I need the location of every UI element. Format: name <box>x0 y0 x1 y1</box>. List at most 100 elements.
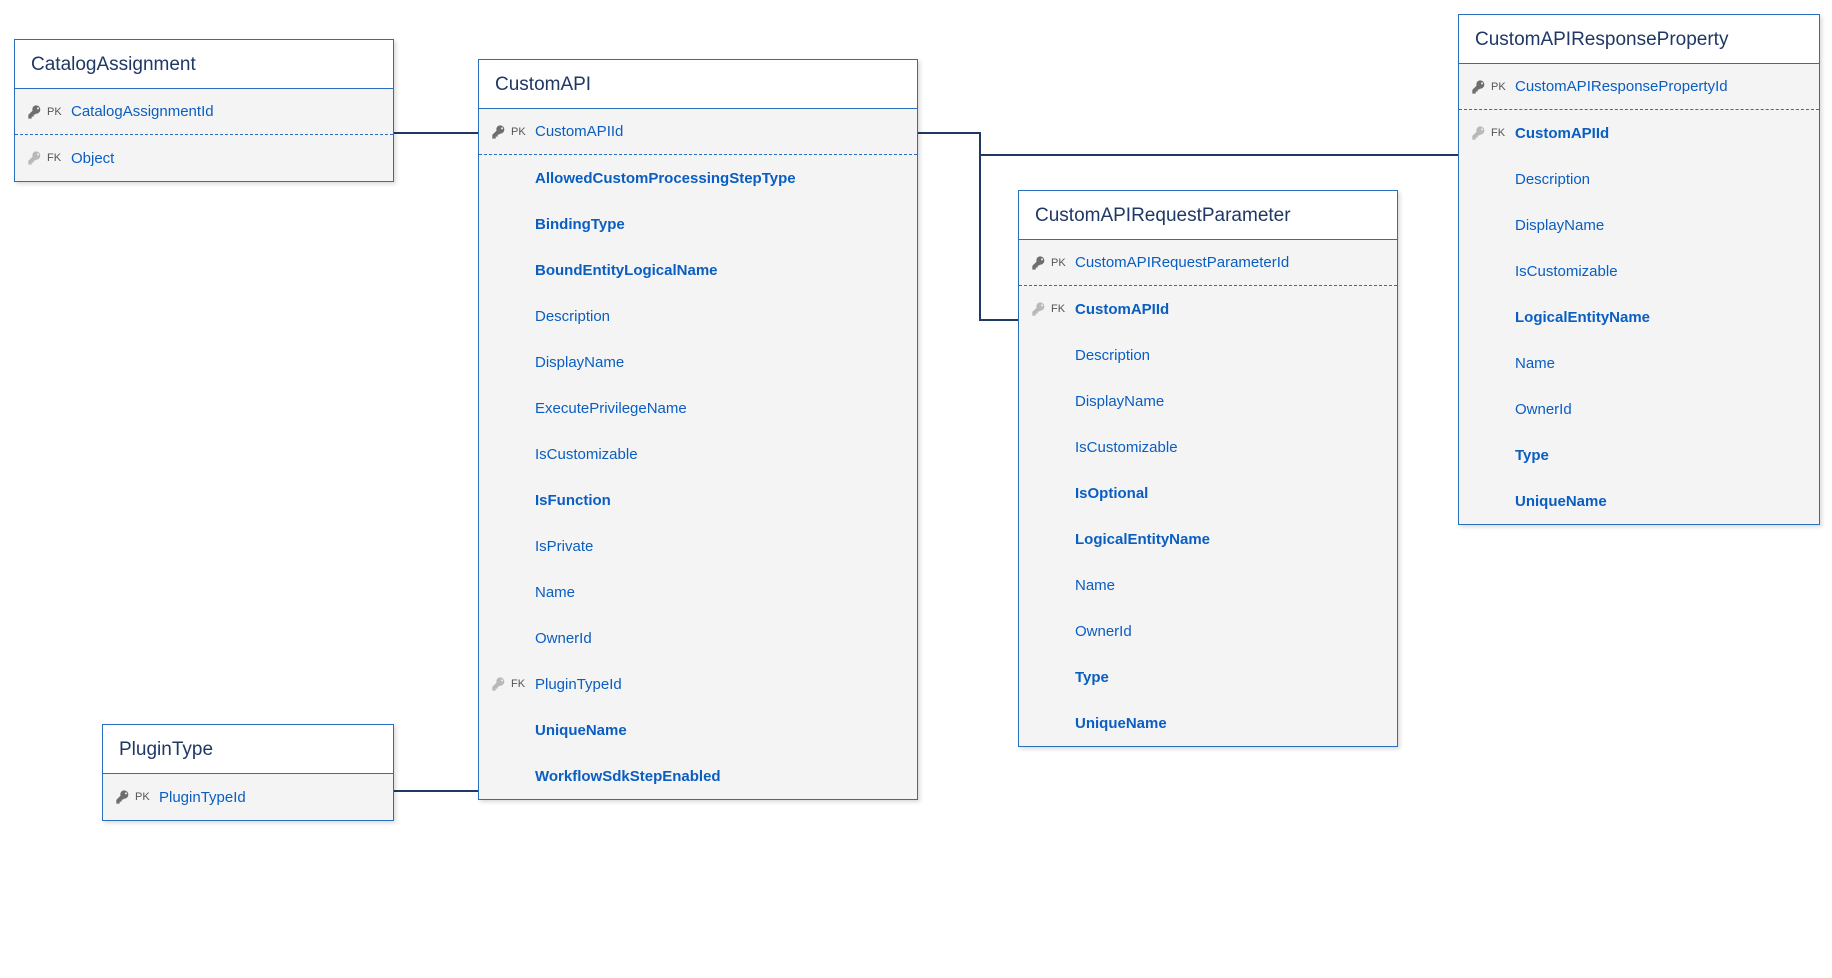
pk-field: PluginTypeId <box>159 789 246 806</box>
field-row: OwnerId <box>1019 608 1397 654</box>
field-row: ExecutePrivilegeName <box>479 385 917 431</box>
fk-row: FK CustomAPIId <box>1459 110 1819 156</box>
pk-field: CatalogAssignmentId <box>71 103 214 120</box>
key-icon <box>491 676 507 692</box>
fk-field: CustomAPIId <box>1075 301 1169 318</box>
key-icon <box>1471 125 1487 141</box>
field-name: OwnerId <box>1075 623 1132 640</box>
field-name: IsCustomizable <box>535 446 638 463</box>
fk-row: FK CustomAPIId <box>1019 286 1397 332</box>
field-row: IsCustomizable <box>1019 424 1397 470</box>
field-row: WorkflowSdkStepEnabled <box>479 753 917 799</box>
fk-label: FK <box>1051 303 1065 315</box>
pk-label: PK <box>47 106 62 118</box>
key-icon <box>1471 79 1487 95</box>
pk-row: PK CustomAPIRequestParameterId <box>1019 240 1397 286</box>
field-name: LogicalEntityName <box>1075 531 1210 548</box>
entity-title: PluginType <box>103 725 393 774</box>
field-name: OwnerId <box>535 630 592 647</box>
field-row: BoundEntityLogicalName <box>479 247 917 293</box>
key-icon <box>491 124 507 140</box>
field-row: IsPrivate <box>479 523 917 569</box>
field-name: DisplayName <box>1075 393 1164 410</box>
field-name: Name <box>535 584 575 601</box>
fk-field: PluginTypeId <box>535 676 622 693</box>
key-icon <box>1031 255 1047 271</box>
field-row: Type <box>1459 432 1819 478</box>
field-name: BoundEntityLogicalName <box>535 262 718 279</box>
field-row: AllowedCustomProcessingStepType <box>479 155 917 201</box>
fk-label: FK <box>1491 127 1505 139</box>
field-row: Description <box>1459 156 1819 202</box>
er-diagram-canvas: CatalogAssignment PK CatalogAssignmentId… <box>0 0 1832 978</box>
field-name: LogicalEntityName <box>1515 309 1650 326</box>
field-row: Description <box>1019 332 1397 378</box>
field-name: IsPrivate <box>535 538 593 555</box>
field-row: DisplayName <box>1459 202 1819 248</box>
field-name: BindingType <box>535 216 625 233</box>
field-name: DisplayName <box>535 354 624 371</box>
field-name: OwnerId <box>1515 401 1572 418</box>
field-row: LogicalEntityName <box>1019 516 1397 562</box>
fk-field: Object <box>71 150 114 167</box>
entity-response-property: CustomAPIResponseProperty PK CustomAPIRe… <box>1458 14 1820 525</box>
field-name: IsFunction <box>535 492 611 509</box>
field-row: BindingType <box>479 201 917 247</box>
pk-label: PK <box>135 791 150 803</box>
field-row: Name <box>479 569 917 615</box>
pk-label: PK <box>1491 81 1506 93</box>
entity-catalog-assignment: CatalogAssignment PK CatalogAssignmentId… <box>14 39 394 182</box>
key-icon <box>1031 301 1047 317</box>
pk-field: CustomAPIResponsePropertyId <box>1515 78 1728 95</box>
field-name: Name <box>1515 355 1555 372</box>
field-row: Name <box>1019 562 1397 608</box>
field-name: ExecutePrivilegeName <box>535 400 687 417</box>
field-name: IsCustomizable <box>1075 439 1178 456</box>
field-row: IsCustomizable <box>1459 248 1819 294</box>
field-row: LogicalEntityName <box>1459 294 1819 340</box>
field-name: Type <box>1515 447 1549 464</box>
field-name: UniqueName <box>1515 493 1607 510</box>
pk-row: PK PluginTypeId <box>103 774 393 820</box>
key-icon <box>27 104 43 120</box>
field-row: IsCustomizable <box>479 431 917 477</box>
field-row: IsFunction <box>479 477 917 523</box>
field-name: UniqueName <box>535 722 627 739</box>
key-icon <box>115 789 131 805</box>
field-row: Description <box>479 293 917 339</box>
entity-request-parameter: CustomAPIRequestParameter PK CustomAPIRe… <box>1018 190 1398 747</box>
field-row: UniqueName <box>479 707 917 753</box>
field-name: Description <box>1075 347 1150 364</box>
entity-plugin-type: PluginType PK PluginTypeId <box>102 724 394 821</box>
pk-label: PK <box>511 126 526 138</box>
field-row: Name <box>1459 340 1819 386</box>
field-name: WorkflowSdkStepEnabled <box>535 768 721 785</box>
entity-title: CatalogAssignment <box>15 40 393 89</box>
field-row: IsOptional <box>1019 470 1397 516</box>
field-row: OwnerId <box>479 615 917 661</box>
entity-title: CustomAPIRequestParameter <box>1019 191 1397 240</box>
entity-title: CustomAPI <box>479 60 917 109</box>
pk-row: PK CustomAPIId <box>479 109 917 155</box>
fk-row: FKPluginTypeId <box>479 661 917 707</box>
field-name: Type <box>1075 669 1109 686</box>
field-name: Name <box>1075 577 1115 594</box>
field-row: OwnerId <box>1459 386 1819 432</box>
field-row: UniqueName <box>1019 700 1397 746</box>
field-row: Type <box>1019 654 1397 700</box>
field-name: IsOptional <box>1075 485 1148 502</box>
entity-title: CustomAPIResponseProperty <box>1459 15 1819 64</box>
pk-label: PK <box>1051 257 1066 269</box>
field-name: IsCustomizable <box>1515 263 1618 280</box>
pk-field: CustomAPIRequestParameterId <box>1075 254 1289 271</box>
fk-row: FK Object <box>15 135 393 181</box>
field-row: DisplayName <box>1019 378 1397 424</box>
field-name: UniqueName <box>1075 715 1167 732</box>
pk-row: PK CustomAPIResponsePropertyId <box>1459 64 1819 110</box>
pk-row: PK CatalogAssignmentId <box>15 89 393 135</box>
field-row: DisplayName <box>479 339 917 385</box>
field-name: DisplayName <box>1515 217 1604 234</box>
field-name: AllowedCustomProcessingStepType <box>535 170 796 187</box>
fk-field: CustomAPIId <box>1515 125 1609 142</box>
field-name: Description <box>1515 171 1590 188</box>
